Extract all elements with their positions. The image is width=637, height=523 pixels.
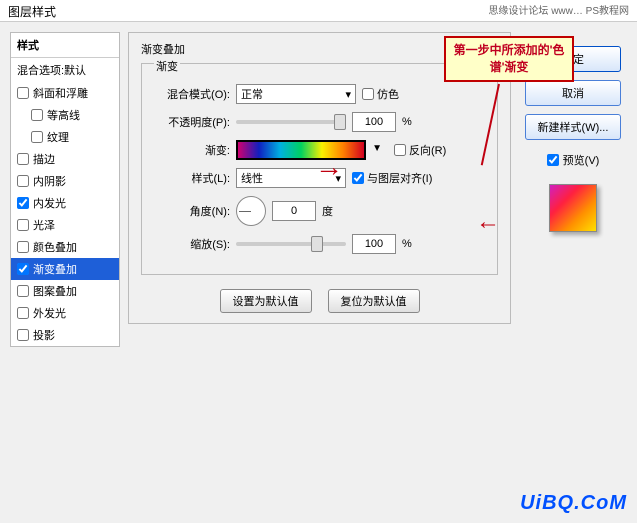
dither-check[interactable]: 仿色 <box>362 86 399 102</box>
angle-label: 角度(N): <box>152 203 230 219</box>
style-checkbox[interactable] <box>17 197 29 209</box>
opacity-unit: % <box>402 116 412 128</box>
opacity-label: 不透明度(P): <box>152 114 230 130</box>
style-item[interactable]: 光泽 <box>11 214 119 236</box>
styles-box: 样式 混合选项:默认 斜面和浮雕等高线纹理描边内阴影内发光光泽颜色叠加渐变叠加图… <box>10 32 120 347</box>
cancel-button[interactable]: 取消 <box>525 80 621 106</box>
scale-input[interactable] <box>352 234 396 254</box>
title-bar: 图层样式 思缘设计论坛 www… PS教程网 <box>0 0 637 22</box>
style-item[interactable]: 外发光 <box>11 302 119 324</box>
style-checkbox[interactable] <box>31 131 43 143</box>
inner-group-title: 渐变 <box>154 58 180 74</box>
style-item-label: 描边 <box>33 151 55 167</box>
reverse-check[interactable]: 反向(R) <box>394 142 446 158</box>
style-label: 样式(L): <box>152 170 230 186</box>
opacity-slider[interactable] <box>236 120 346 124</box>
style-item-label: 内发光 <box>33 195 66 211</box>
style-item[interactable]: 内发光 <box>11 192 119 214</box>
style-item-label: 图案叠加 <box>33 283 77 299</box>
slider-thumb[interactable] <box>334 114 346 130</box>
set-default-button[interactable]: 设置为默认值 <box>220 289 312 313</box>
preview-label: 预览(V) <box>563 152 600 168</box>
opacity-input[interactable] <box>352 112 396 132</box>
gradient-picker[interactable] <box>236 140 366 160</box>
opacity-row: 不透明度(P): % <box>152 112 487 132</box>
reverse-checkbox[interactable] <box>394 144 406 156</box>
style-item[interactable]: 投影 <box>11 324 119 346</box>
style-checkbox[interactable] <box>17 329 29 341</box>
blend-mode-label: 混合模式(O): <box>152 86 230 102</box>
titlebar-right-text: 思缘设计论坛 www… PS教程网 <box>488 2 629 17</box>
watermark: UiBQ.CoM <box>520 492 627 515</box>
scale-label: 缩放(S): <box>152 236 230 252</box>
style-item-label: 光泽 <box>33 217 55 233</box>
default-buttons-row: 设置为默认值 复位为默认值 <box>141 289 498 313</box>
style-list: 斜面和浮雕等高线纹理描边内阴影内发光光泽颜色叠加渐变叠加图案叠加外发光投影 <box>11 82 119 346</box>
scale-row: 缩放(S): % <box>152 234 487 254</box>
style-item[interactable]: 颜色叠加 <box>11 236 119 258</box>
style-item[interactable]: 描边 <box>11 148 119 170</box>
style-item-label: 渐变叠加 <box>33 261 77 277</box>
main-area: 样式 混合选项:默认 斜面和浮雕等高线纹理描边内阴影内发光光泽颜色叠加渐变叠加图… <box>0 22 637 523</box>
preview-check[interactable]: 预览(V) <box>547 152 600 168</box>
style-item-label: 外发光 <box>33 305 66 321</box>
blend-mode-dropdown[interactable]: 正常 <box>236 84 356 104</box>
style-item-label: 投影 <box>33 327 55 343</box>
styles-panel: 样式 混合选项:默认 斜面和浮雕等高线纹理描边内阴影内发光光泽颜色叠加渐变叠加图… <box>10 32 120 513</box>
style-item[interactable]: 纹理 <box>11 126 119 148</box>
slider-thumb[interactable] <box>311 236 323 252</box>
angle-dial[interactable] <box>236 196 266 226</box>
reset-default-button[interactable]: 复位为默认值 <box>328 289 420 313</box>
angle-row: 角度(N): 度 <box>152 196 487 226</box>
style-item[interactable]: 斜面和浮雕 <box>11 82 119 104</box>
angle-input[interactable] <box>272 201 316 221</box>
style-checkbox[interactable] <box>17 241 29 253</box>
style-checkbox[interactable] <box>17 153 29 165</box>
center-panel: 第一步中所添加的'色谱'渐变 → ← 渐变叠加 渐变 混合模式(O): 正常 仿… <box>128 32 511 513</box>
blend-mode-row: 混合模式(O): 正常 仿色 <box>152 84 487 104</box>
style-item-label: 纹理 <box>47 129 69 145</box>
preview-checkbox[interactable] <box>547 154 559 166</box>
scale-slider[interactable] <box>236 242 346 246</box>
new-style-button[interactable]: 新建样式(W)... <box>525 114 621 140</box>
style-checkbox[interactable] <box>17 219 29 231</box>
styles-header: 样式 <box>11 33 119 58</box>
style-item[interactable]: 图案叠加 <box>11 280 119 302</box>
angle-unit: 度 <box>322 203 333 219</box>
gradient-label: 渐变: <box>152 142 230 158</box>
style-checkbox[interactable] <box>17 285 29 297</box>
annotation-callout: 第一步中所添加的'色谱'渐变 <box>444 36 574 82</box>
scale-unit: % <box>402 238 412 250</box>
style-checkbox[interactable] <box>31 109 43 121</box>
right-panel: 确定 取消 新建样式(W)... 预览(V) <box>519 32 627 513</box>
style-item-label: 斜面和浮雕 <box>33 85 88 101</box>
align-layer-checkbox[interactable] <box>352 172 364 184</box>
blend-options-default[interactable]: 混合选项:默认 <box>11 58 119 82</box>
style-item[interactable]: 内阴影 <box>11 170 119 192</box>
style-checkbox[interactable] <box>17 175 29 187</box>
style-item-label: 内阴影 <box>33 173 66 189</box>
align-layer-check[interactable]: 与图层对齐(I) <box>352 170 432 186</box>
style-checkbox[interactable] <box>17 87 29 99</box>
style-checkbox[interactable] <box>17 263 29 275</box>
dither-checkbox[interactable] <box>362 88 374 100</box>
style-item-label: 颜色叠加 <box>33 239 77 255</box>
style-checkbox[interactable] <box>17 307 29 319</box>
arrow-icon: ← <box>476 208 500 236</box>
window-title: 图层样式 <box>8 5 56 19</box>
arrow-icon: → <box>315 151 343 183</box>
style-item[interactable]: 等高线 <box>11 104 119 126</box>
style-item-label: 等高线 <box>47 107 80 123</box>
preview-swatch <box>549 184 597 232</box>
style-item[interactable]: 渐变叠加 <box>11 258 119 280</box>
